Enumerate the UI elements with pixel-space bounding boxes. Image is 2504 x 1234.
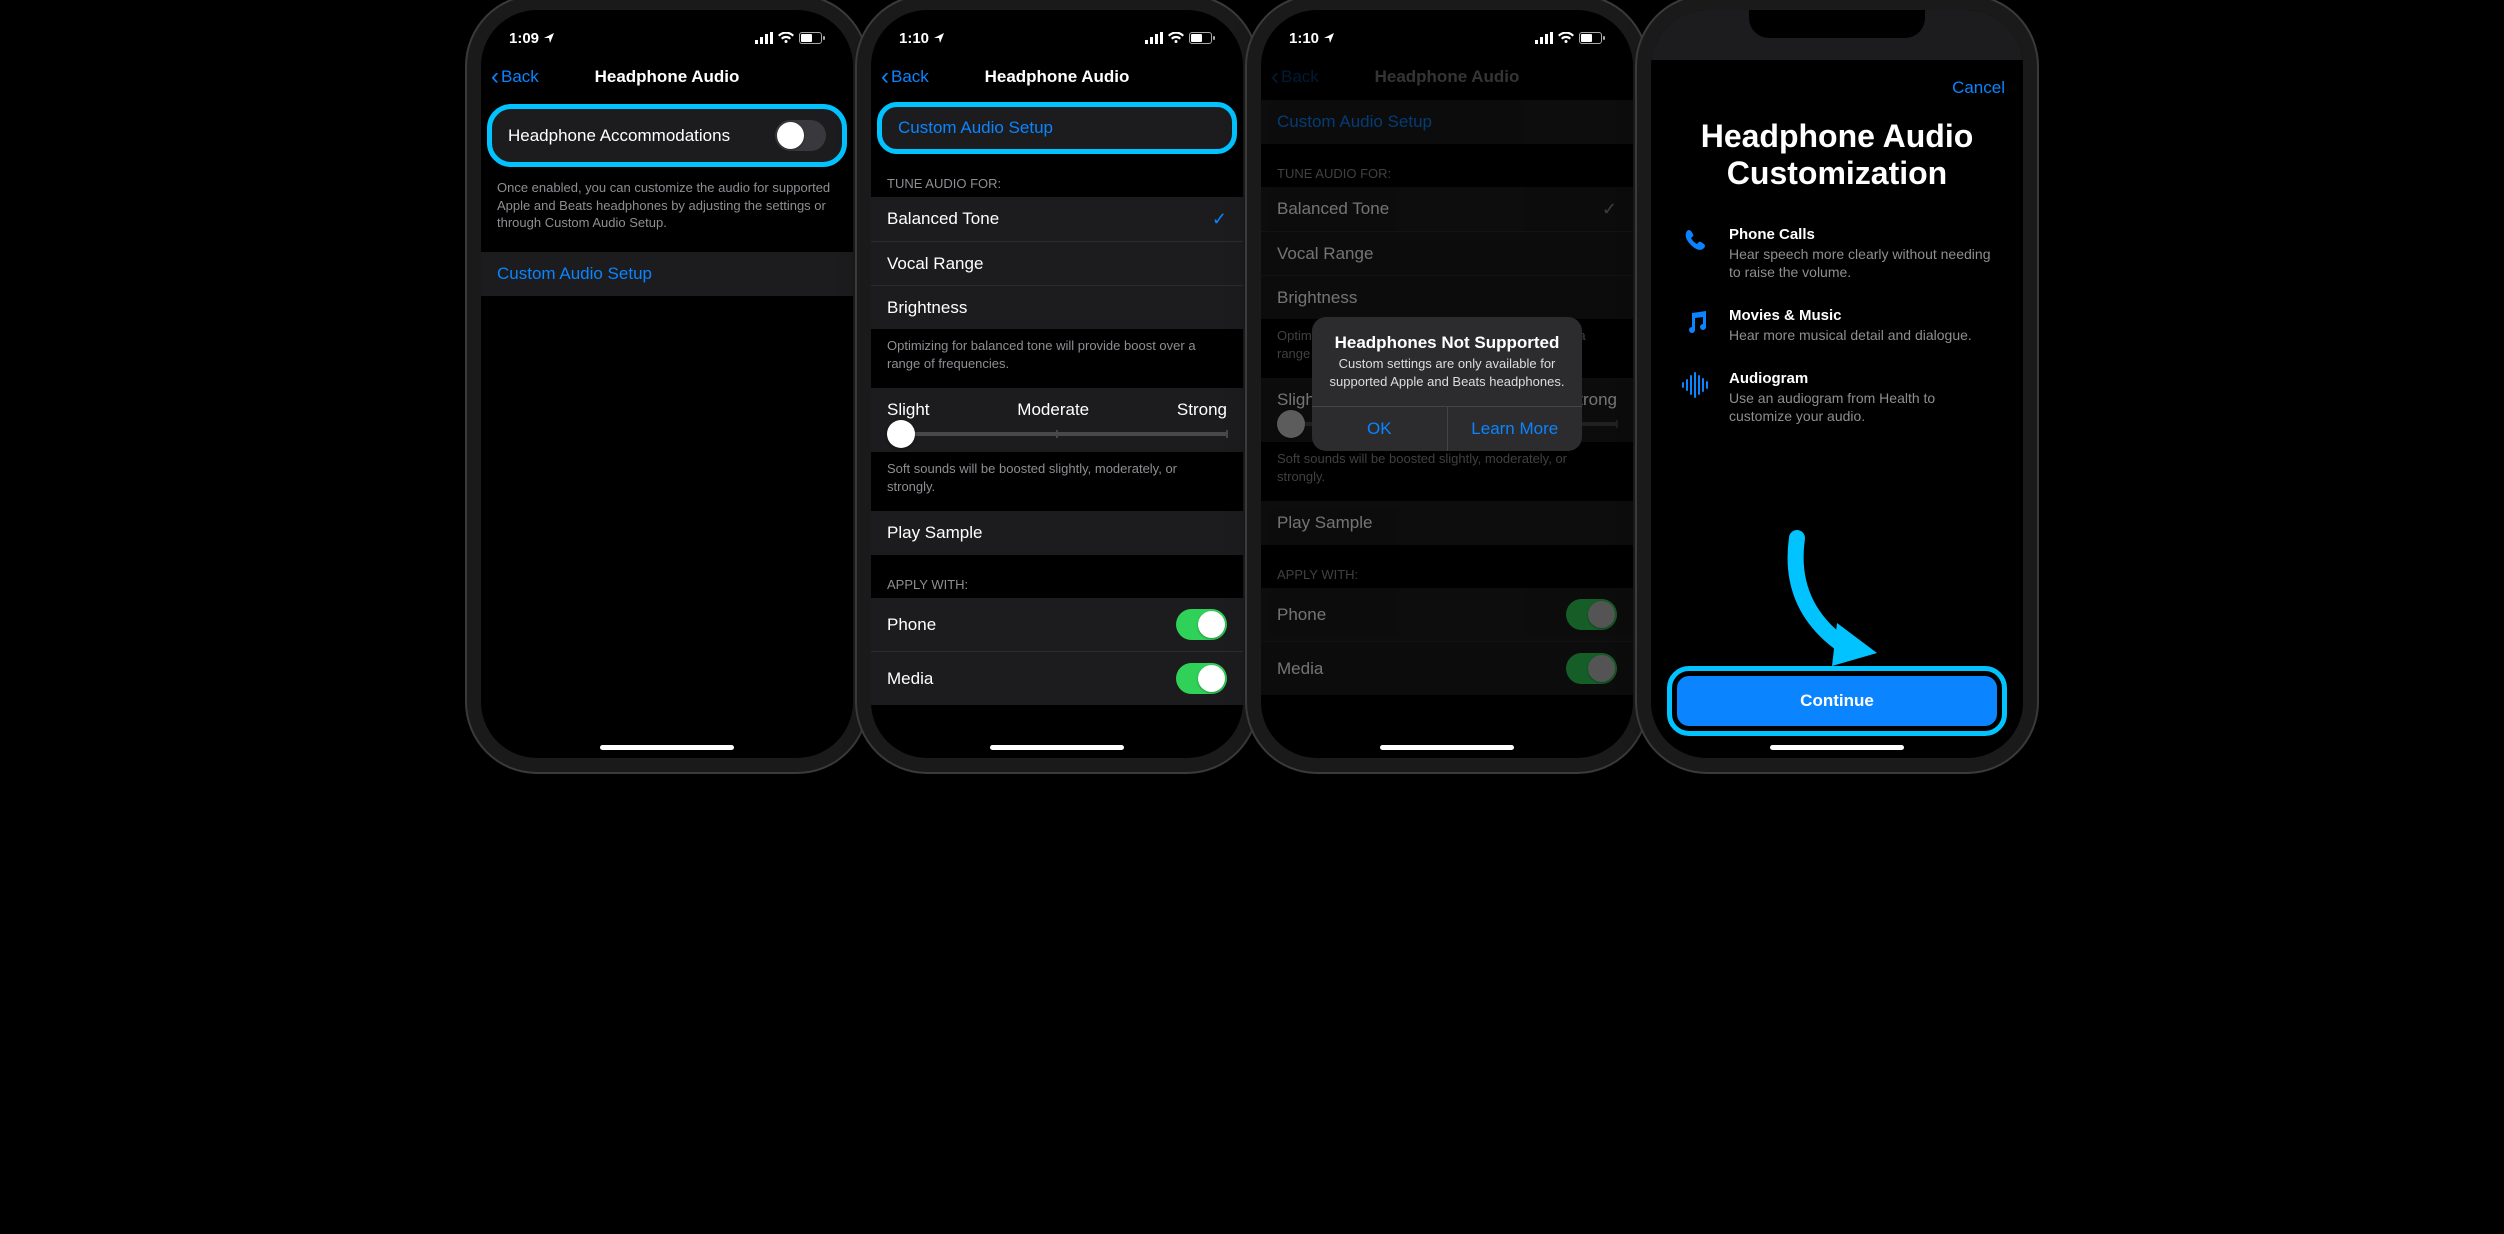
feature-title: Movies & Music [1729,307,1972,324]
customization-sheet: Cancel Headphone Audio Customization Pho… [1651,64,2023,758]
slider-label-slight: Slight [887,400,930,420]
continue-label: Continue [1800,691,1874,710]
sheet-title: Headphone Audio Customization [1651,112,2023,218]
feature-desc: Hear speech more clearly without needing… [1729,245,1995,281]
slider-label-strong: Strong [1177,400,1227,420]
alert-ok-button[interactable]: OK [1312,407,1447,451]
battery-icon [1189,32,1215,44]
chevron-left-icon: ‹ [491,65,499,89]
phone-screen-4: 1:11 Cancel Headphone Audio Customizatio… [1651,10,2023,758]
tune-footer: Optimizing for balanced tone will provid… [871,329,1243,378]
toggle-footer: Once enabled, you can customize the audi… [481,171,853,238]
phone-screen-3: 1:10 ‹ Back Headphone Audio Custom Audio… [1261,10,1633,758]
feature-audiogram: Audiogram Use an audiogram from Health t… [1651,362,2023,443]
back-button[interactable]: ‹ Back [491,65,539,89]
headphone-accommodations-row[interactable]: Headphone Accommodations [487,104,847,167]
custom-audio-setup-button[interactable]: Custom Audio Setup [481,252,853,296]
option-label: Vocal Range [887,254,983,274]
tune-option-brightness[interactable]: Brightness [871,285,1243,329]
feature-movies-music: Movies & Music Hear more musical detail … [1651,299,2023,362]
nav-bar: ‹ Back Headphone Audio [871,54,1243,100]
alert-message: Custom settings are only available for s… [1312,355,1582,406]
home-indicator[interactable] [600,745,734,750]
notch [969,10,1145,38]
cellular-icon [755,32,773,44]
continue-highlight: Continue [1667,666,2007,736]
apply-label: Phone [887,615,936,635]
apply-media-row[interactable]: Media [871,651,1243,705]
alert-overlay: Headphones Not Supported Custom settings… [1261,10,1633,758]
wifi-icon [778,32,794,44]
apply-header: APPLY WITH: [871,555,1243,598]
slider-footer: Soft sounds will be boosted slightly, mo… [871,452,1243,501]
feature-desc: Use an audiogram from Health to customiz… [1729,389,1995,425]
notch [579,10,755,38]
battery-icon [799,32,825,44]
headphone-accommodations-toggle[interactable] [775,120,826,151]
wifi-icon [1168,32,1184,44]
chevron-left-icon: ‹ [881,65,889,89]
toggle-label: Headphone Accommodations [508,126,730,146]
custom-audio-setup-button[interactable]: Custom Audio Setup [877,102,1237,154]
location-icon [933,32,945,44]
play-sample-button[interactable]: Play Sample [871,511,1243,555]
option-label: Balanced Tone [887,209,999,229]
settings-content: Headphone Accommodations Once enabled, y… [481,100,853,758]
tune-header: TUNE AUDIO FOR: [871,154,1243,197]
alert-dialog: Headphones Not Supported Custom settings… [1312,317,1582,451]
feature-title: Phone Calls [1729,226,1995,243]
alert-learn-more-button[interactable]: Learn More [1447,407,1583,451]
tutorial-arrow-icon [1777,528,1897,668]
play-sample-label: Play Sample [887,523,982,543]
back-label: Back [501,67,539,87]
custom-setup-label: Custom Audio Setup [497,264,652,284]
home-indicator[interactable] [1770,745,1904,750]
page-title: Headphone Audio [985,67,1130,87]
slider-label-moderate: Moderate [1017,400,1089,420]
music-icon [1679,307,1713,344]
back-button[interactable]: ‹ Back [881,65,929,89]
home-indicator[interactable] [990,745,1124,750]
notch [1749,10,1925,38]
status-time: 1:09 [509,30,539,47]
phone-screen-2: 1:10 ‹ Back Headphone Audio Custom Audio… [871,10,1243,758]
phone-icon [1679,226,1713,281]
apply-label: Media [887,669,933,689]
settings-content: Custom Audio Setup TUNE AUDIO FOR: Balan… [871,100,1243,758]
apply-media-toggle[interactable] [1176,663,1227,694]
cellular-icon [1145,32,1163,44]
phone-screen-1: 1:09 ‹ Back Headphone Audio Headphone Ac… [481,10,853,758]
intensity-slider[interactable] [887,432,1227,436]
intensity-slider-row: Slight Moderate Strong [871,388,1243,452]
audiogram-icon [1679,370,1713,425]
tune-option-balanced[interactable]: Balanced Tone ✓ [871,197,1243,241]
back-label: Back [891,67,929,87]
status-time: 1:10 [899,30,929,47]
nav-bar: ‹ Back Headphone Audio [481,54,853,100]
continue-button[interactable]: Continue [1677,676,1997,726]
checkmark-icon: ✓ [1212,209,1227,230]
feature-desc: Hear more musical detail and dialogue. [1729,326,1972,344]
page-title: Headphone Audio [595,67,740,87]
tune-option-vocal[interactable]: Vocal Range [871,241,1243,285]
alert-title: Headphones Not Supported [1312,317,1582,355]
cancel-button[interactable]: Cancel [1952,78,2005,98]
option-label: Brightness [887,298,967,318]
apply-phone-toggle[interactable] [1176,609,1227,640]
apply-phone-row[interactable]: Phone [871,598,1243,651]
custom-setup-label: Custom Audio Setup [898,118,1053,138]
location-icon [543,32,555,44]
feature-title: Audiogram [1729,370,1995,387]
feature-phone-calls: Phone Calls Hear speech more clearly wit… [1651,218,2023,299]
